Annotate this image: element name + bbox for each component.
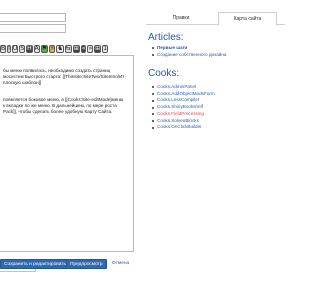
cancel-link[interactable]: Отмена	[112, 259, 129, 269]
cooks-heading: Cooks:	[148, 68, 180, 79]
tab-sitemap[interactable]: Карта сайта	[218, 12, 277, 26]
toolbar-list-icon[interactable]: 1	[102, 44, 109, 53]
editor-paragraph: бы меню появилось, необходимо создать ст…	[3, 68, 125, 86]
cook-link[interactable]: Cooks.ShinyBookshelf	[152, 104, 215, 111]
toolbar-flag-icon[interactable]: ⚑	[40, 44, 49, 53]
toolbar-bold-button[interactable]: B	[0, 44, 7, 53]
cook-link-active[interactable]: Cooks.FieldPrecessing	[152, 111, 215, 118]
toolbar-heading-button[interactable]: H	[26, 44, 33, 53]
toolbar-underline-button[interactable]: U	[11, 44, 19, 53]
toolbar-swap-icon[interactable]: ⇆	[64, 44, 72, 53]
toolbar-quote-open-button[interactable]: «	[80, 44, 87, 53]
sidebar-tabs: Правки Карта сайта	[146, 12, 285, 26]
cook-link[interactable]: Cooks.OnClickBuilder	[152, 124, 215, 131]
toolbar-italic-button[interactable]: I	[7, 44, 11, 53]
page-alias-input[interactable]	[0, 24, 66, 33]
toolbar-anchor-button[interactable]: A	[33, 44, 40, 53]
articles-list: Первые шаги Создание собственного дизайн…	[152, 45, 226, 58]
toolbar-table-icon[interactable]: ⊞	[72, 44, 80, 53]
article-link[interactable]: Создание собственного дизайна	[152, 52, 226, 59]
page-title-input[interactable]	[0, 13, 66, 22]
toolbar-knight-icon[interactable]: ♞	[56, 44, 64, 53]
cooks-list: Cooks.AdminPanel Cooks.AddObjectModsForm…	[152, 84, 215, 131]
preview-button[interactable]: Предпросмотр	[66, 259, 107, 269]
article-link[interactable]: Первые шаги	[152, 45, 226, 52]
tab-edits[interactable]: Правки	[146, 12, 216, 25]
editor-toolbar: B I U S H A ⚑ ⚡ ♞ ⇆ ⊞ « » ⊞ 1	[0, 44, 109, 53]
toolbar-quote-close-button[interactable]: »	[87, 44, 94, 53]
cook-link[interactable]: Cooks.AdminPanel	[152, 84, 215, 91]
content-editor-textarea[interactable]: бы меню появилось, необходимо создать ст…	[0, 55, 134, 252]
toolbar-strike-button[interactable]: S	[19, 44, 26, 53]
toolbar-grid-icon[interactable]: ⊞	[94, 44, 102, 53]
cook-link[interactable]: Cooks.LessCompiler	[152, 97, 215, 104]
cook-link[interactable]: Cooks.AddObjectModsForm	[152, 91, 215, 98]
editor-paragraph: появляется боковое меню, в [[Cooks:Site-…	[3, 96, 124, 115]
edit-page: B I U S H A ⚑ ⚡ ♞ ⇆ ⊞ « » ⊞ 1 бы меню по…	[0, 0, 285, 285]
toolbar-lightning-icon[interactable]: ⚡	[49, 44, 56, 53]
cook-link[interactable]: Cooks.SolveoBlocks	[152, 118, 215, 125]
save-and-edit-button[interactable]: Сохранить и редактировать	[0, 259, 70, 269]
articles-heading: Articles:	[148, 32, 184, 43]
